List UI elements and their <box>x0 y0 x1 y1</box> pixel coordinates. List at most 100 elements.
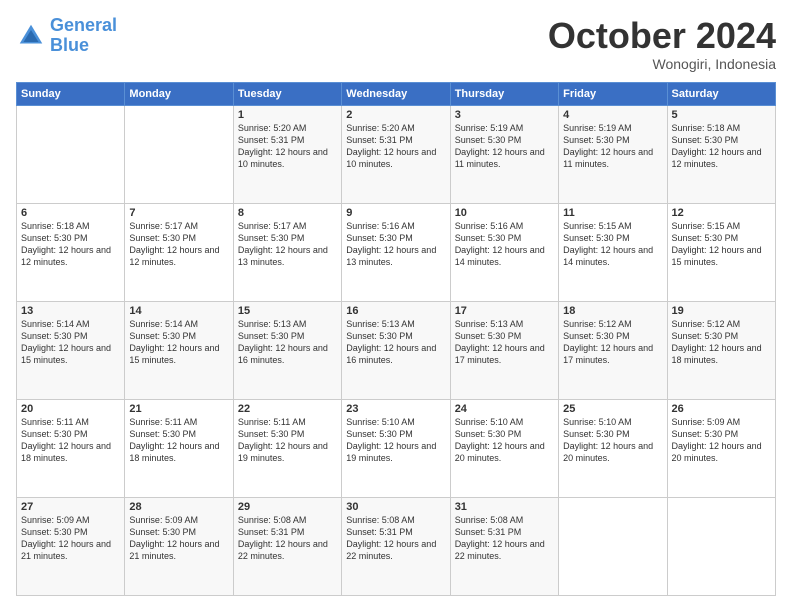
day-info: Sunrise: 5:08 AMSunset: 5:31 PMDaylight:… <box>455 514 554 563</box>
day-number: 13 <box>21 305 120 317</box>
day-number: 10 <box>455 207 554 219</box>
day-number: 6 <box>21 207 120 219</box>
calendar-cell: 9Sunrise: 5:16 AMSunset: 5:30 PMDaylight… <box>342 203 450 301</box>
calendar-cell: 1Sunrise: 5:20 AMSunset: 5:31 PMDaylight… <box>233 105 341 203</box>
day-number: 17 <box>455 305 554 317</box>
day-info: Sunrise: 5:20 AMSunset: 5:31 PMDaylight:… <box>346 122 445 171</box>
logo-icon <box>16 21 46 51</box>
day-number: 19 <box>672 305 771 317</box>
calendar-cell: 10Sunrise: 5:16 AMSunset: 5:30 PMDayligh… <box>450 203 558 301</box>
day-info: Sunrise: 5:18 AMSunset: 5:30 PMDaylight:… <box>672 122 771 171</box>
calendar-cell <box>667 497 775 595</box>
day-number: 2 <box>346 109 445 121</box>
calendar-cell: 6Sunrise: 5:18 AMSunset: 5:30 PMDaylight… <box>17 203 125 301</box>
day-info: Sunrise: 5:14 AMSunset: 5:30 PMDaylight:… <box>21 318 120 367</box>
calendar-cell: 14Sunrise: 5:14 AMSunset: 5:30 PMDayligh… <box>125 301 233 399</box>
calendar-cell: 18Sunrise: 5:12 AMSunset: 5:30 PMDayligh… <box>559 301 667 399</box>
weekday-header-wednesday: Wednesday <box>342 82 450 105</box>
day-info: Sunrise: 5:15 AMSunset: 5:30 PMDaylight:… <box>563 220 662 269</box>
day-info: Sunrise: 5:08 AMSunset: 5:31 PMDaylight:… <box>238 514 337 563</box>
week-row-1: 1Sunrise: 5:20 AMSunset: 5:31 PMDaylight… <box>17 105 776 203</box>
day-info: Sunrise: 5:19 AMSunset: 5:30 PMDaylight:… <box>455 122 554 171</box>
day-info: Sunrise: 5:14 AMSunset: 5:30 PMDaylight:… <box>129 318 228 367</box>
calendar-cell <box>559 497 667 595</box>
day-info: Sunrise: 5:17 AMSunset: 5:30 PMDaylight:… <box>238 220 337 269</box>
day-number: 1 <box>238 109 337 121</box>
day-number: 9 <box>346 207 445 219</box>
calendar-cell: 15Sunrise: 5:13 AMSunset: 5:30 PMDayligh… <box>233 301 341 399</box>
week-row-3: 13Sunrise: 5:14 AMSunset: 5:30 PMDayligh… <box>17 301 776 399</box>
logo-text: General Blue <box>50 16 117 56</box>
calendar-cell: 20Sunrise: 5:11 AMSunset: 5:30 PMDayligh… <box>17 399 125 497</box>
calendar-cell: 29Sunrise: 5:08 AMSunset: 5:31 PMDayligh… <box>233 497 341 595</box>
weekday-header-monday: Monday <box>125 82 233 105</box>
calendar-cell: 27Sunrise: 5:09 AMSunset: 5:30 PMDayligh… <box>17 497 125 595</box>
title-block: October 2024 Wonogiri, Indonesia <box>548 16 776 72</box>
calendar-cell <box>125 105 233 203</box>
day-info: Sunrise: 5:12 AMSunset: 5:30 PMDaylight:… <box>563 318 662 367</box>
day-number: 16 <box>346 305 445 317</box>
weekday-header-saturday: Saturday <box>667 82 775 105</box>
day-info: Sunrise: 5:11 AMSunset: 5:30 PMDaylight:… <box>129 416 228 465</box>
day-number: 27 <box>21 501 120 513</box>
month-title: October 2024 <box>548 16 776 56</box>
location: Wonogiri, Indonesia <box>548 56 776 72</box>
weekday-header-friday: Friday <box>559 82 667 105</box>
day-info: Sunrise: 5:09 AMSunset: 5:30 PMDaylight:… <box>129 514 228 563</box>
day-number: 31 <box>455 501 554 513</box>
day-number: 23 <box>346 403 445 415</box>
day-number: 3 <box>455 109 554 121</box>
day-info: Sunrise: 5:09 AMSunset: 5:30 PMDaylight:… <box>21 514 120 563</box>
calendar-cell: 22Sunrise: 5:11 AMSunset: 5:30 PMDayligh… <box>233 399 341 497</box>
day-info: Sunrise: 5:15 AMSunset: 5:30 PMDaylight:… <box>672 220 771 269</box>
calendar-cell <box>17 105 125 203</box>
calendar-cell: 4Sunrise: 5:19 AMSunset: 5:30 PMDaylight… <box>559 105 667 203</box>
day-info: Sunrise: 5:13 AMSunset: 5:30 PMDaylight:… <box>238 318 337 367</box>
day-number: 30 <box>346 501 445 513</box>
header: General Blue October 2024 Wonogiri, Indo… <box>16 16 776 72</box>
calendar-cell: 24Sunrise: 5:10 AMSunset: 5:30 PMDayligh… <box>450 399 558 497</box>
day-number: 28 <box>129 501 228 513</box>
page: General Blue October 2024 Wonogiri, Indo… <box>0 0 792 612</box>
day-info: Sunrise: 5:10 AMSunset: 5:30 PMDaylight:… <box>563 416 662 465</box>
day-number: 12 <box>672 207 771 219</box>
day-number: 22 <box>238 403 337 415</box>
calendar-cell: 16Sunrise: 5:13 AMSunset: 5:30 PMDayligh… <box>342 301 450 399</box>
calendar-cell: 3Sunrise: 5:19 AMSunset: 5:30 PMDaylight… <box>450 105 558 203</box>
weekday-header-tuesday: Tuesday <box>233 82 341 105</box>
day-number: 8 <box>238 207 337 219</box>
week-row-4: 20Sunrise: 5:11 AMSunset: 5:30 PMDayligh… <box>17 399 776 497</box>
calendar-cell: 12Sunrise: 5:15 AMSunset: 5:30 PMDayligh… <box>667 203 775 301</box>
day-info: Sunrise: 5:16 AMSunset: 5:30 PMDaylight:… <box>455 220 554 269</box>
day-info: Sunrise: 5:20 AMSunset: 5:31 PMDaylight:… <box>238 122 337 171</box>
day-number: 26 <box>672 403 771 415</box>
day-number: 24 <box>455 403 554 415</box>
day-number: 18 <box>563 305 662 317</box>
day-number: 29 <box>238 501 337 513</box>
week-row-5: 27Sunrise: 5:09 AMSunset: 5:30 PMDayligh… <box>17 497 776 595</box>
calendar-cell: 17Sunrise: 5:13 AMSunset: 5:30 PMDayligh… <box>450 301 558 399</box>
day-info: Sunrise: 5:10 AMSunset: 5:30 PMDaylight:… <box>346 416 445 465</box>
calendar-cell: 25Sunrise: 5:10 AMSunset: 5:30 PMDayligh… <box>559 399 667 497</box>
day-info: Sunrise: 5:17 AMSunset: 5:30 PMDaylight:… <box>129 220 228 269</box>
calendar-cell: 23Sunrise: 5:10 AMSunset: 5:30 PMDayligh… <box>342 399 450 497</box>
day-number: 7 <box>129 207 228 219</box>
calendar-cell: 11Sunrise: 5:15 AMSunset: 5:30 PMDayligh… <box>559 203 667 301</box>
day-number: 15 <box>238 305 337 317</box>
day-info: Sunrise: 5:11 AMSunset: 5:30 PMDaylight:… <box>21 416 120 465</box>
calendar-cell: 8Sunrise: 5:17 AMSunset: 5:30 PMDaylight… <box>233 203 341 301</box>
calendar-cell: 2Sunrise: 5:20 AMSunset: 5:31 PMDaylight… <box>342 105 450 203</box>
calendar-cell: 19Sunrise: 5:12 AMSunset: 5:30 PMDayligh… <box>667 301 775 399</box>
day-number: 5 <box>672 109 771 121</box>
calendar-cell: 30Sunrise: 5:08 AMSunset: 5:31 PMDayligh… <box>342 497 450 595</box>
day-info: Sunrise: 5:13 AMSunset: 5:30 PMDaylight:… <box>346 318 445 367</box>
weekday-header-thursday: Thursday <box>450 82 558 105</box>
day-info: Sunrise: 5:19 AMSunset: 5:30 PMDaylight:… <box>563 122 662 171</box>
day-number: 4 <box>563 109 662 121</box>
day-number: 11 <box>563 207 662 219</box>
week-row-2: 6Sunrise: 5:18 AMSunset: 5:30 PMDaylight… <box>17 203 776 301</box>
logo: General Blue <box>16 16 117 56</box>
weekday-header-sunday: Sunday <box>17 82 125 105</box>
day-number: 21 <box>129 403 228 415</box>
logo-general: General <box>50 15 117 35</box>
